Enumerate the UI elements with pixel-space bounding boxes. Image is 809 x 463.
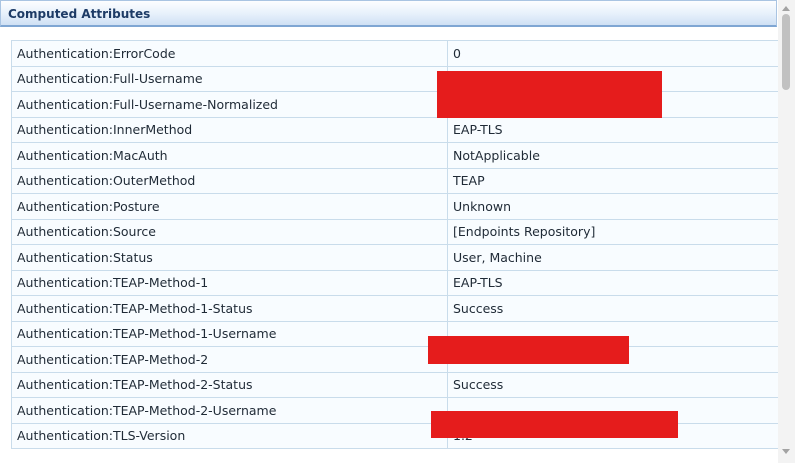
table-row: Authentication:TEAP-Method-2-Status Succe…	[11, 371, 780, 398]
table-row: Authentication:Full-Username	[11, 65, 780, 92]
attribute-value: Success	[447, 371, 780, 398]
redaction-box-teap-method-1-username	[428, 336, 629, 364]
redaction-box-teap-method-2-username	[431, 411, 678, 438]
attribute-name: Authentication:TEAP-Method-1-Username	[11, 320, 448, 347]
redaction-box-full-username	[437, 71, 662, 118]
computed-attributes-panel: Computed Attributes Authentication:Error…	[0, 0, 809, 463]
attribute-value: [Endpoints Repository]	[447, 218, 780, 245]
table-row: Authentication:Source [Endpoints Reposito…	[11, 218, 780, 245]
attribute-name: Authentication:TEAP-Method-1-Status	[11, 295, 448, 322]
panel-header: Computed Attributes	[0, 0, 777, 27]
table-row: Authentication:Status User, Machine	[11, 244, 780, 271]
scroll-up-arrow-icon[interactable]	[782, 6, 790, 11]
scrollbar-thumb[interactable]	[782, 14, 790, 90]
table-row: Authentication:InnerMethod EAP-TLS	[11, 116, 780, 143]
table-row: Authentication:OuterMethod TEAP	[11, 167, 780, 194]
attribute-value: Unknown	[447, 193, 780, 220]
attribute-value: EAP-TLS	[447, 116, 780, 143]
attribute-value: TEAP	[447, 167, 780, 194]
scroll-down-arrow-icon[interactable]	[782, 449, 790, 454]
attribute-value: NotApplicable	[447, 142, 780, 169]
table-row: Authentication:Posture Unknown	[11, 193, 780, 220]
attribute-value: Success	[447, 295, 780, 322]
attribute-name: Authentication:ErrorCode	[11, 40, 448, 67]
attribute-name: Authentication:TEAP-Method-2-Status	[11, 371, 448, 398]
attribute-name: Authentication:MacAuth	[11, 142, 448, 169]
table-row: Authentication:MacAuth NotApplicable	[11, 142, 780, 169]
attributes-table-body: Authentication:ErrorCode 0 Authentication…	[11, 40, 780, 449]
attribute-name: Authentication:TEAP-Method-2-Username	[11, 397, 448, 424]
table-row: Authentication:TEAP-Method-1-Username	[11, 320, 780, 347]
attribute-name: Authentication:Full-Username	[11, 65, 448, 92]
attribute-name: Authentication:TEAP-Method-1	[11, 269, 448, 296]
attribute-name: Authentication:Status	[11, 244, 448, 271]
table-row: Authentication:ErrorCode 0	[11, 40, 780, 67]
attributes-table: Authentication:ErrorCode 0 Authentication…	[11, 40, 780, 449]
attribute-name: Authentication:Source	[11, 218, 448, 245]
table-row: Authentication:TEAP-Method-2EAP-TLS	[11, 346, 780, 373]
table-row: Authentication:TEAP-Method-1-Status Succe…	[11, 295, 780, 322]
attribute-value: EAP-TLS	[447, 269, 780, 296]
table-row: Authentication:Full-Username-Normalized	[11, 91, 780, 118]
attribute-name: Authentication:InnerMethod	[11, 116, 448, 143]
attribute-value: 0	[447, 40, 780, 67]
attribute-name: Authentication:Posture	[11, 193, 448, 220]
attribute-name: Authentication:TLS-Version	[11, 422, 448, 449]
panel-title: Computed Attributes	[8, 7, 151, 21]
table-row: Authentication:TEAP-Method-1 EAP-TLS	[11, 269, 780, 296]
attributes-table-container: Authentication:ErrorCode 0 Authentication…	[11, 40, 780, 449]
attribute-name: Authentication:TEAP-Method-2	[11, 346, 448, 373]
vertical-scrollbar[interactable]	[778, 0, 795, 463]
attribute-value: User, Machine	[447, 244, 780, 271]
attribute-name: Authentication:Full-Username-Normalized	[11, 91, 448, 118]
attribute-name: Authentication:OuterMethod	[11, 167, 448, 194]
